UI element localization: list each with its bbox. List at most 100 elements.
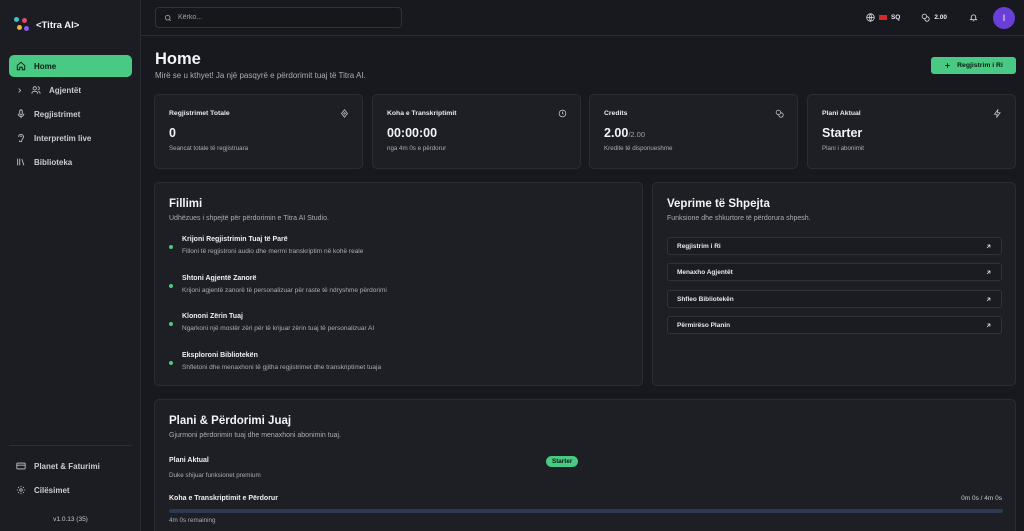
stat-desc: Seancat totale të regjistruara xyxy=(169,145,249,152)
section-subtitle: Udhëzues i shpejtë për përdorimin e Titr… xyxy=(169,215,329,222)
sidebar-item-library[interactable]: Biblioteka xyxy=(9,151,132,173)
language-selector[interactable]: SQ xyxy=(866,13,900,22)
sidebar-item-agents[interactable]: Agjentët xyxy=(9,79,132,101)
current-plan-label: Plani Aktual xyxy=(169,457,209,464)
language-code: SQ xyxy=(890,14,901,21)
step-desc: Ngarkoni një mostër zëri për të krijuar … xyxy=(182,325,375,332)
app-version: v1.0.13 (35) xyxy=(53,516,88,523)
plan-usage-card: Plani & Përdorimi Juaj Gjurmoni përdorim… xyxy=(154,399,1016,531)
step-title: Klononi Zërin Tuaj xyxy=(182,313,243,320)
sidebar-item-label: Planet & Faturimi xyxy=(34,461,100,471)
flag-icon xyxy=(878,15,887,20)
logo-icon xyxy=(14,17,30,33)
getting-started-card: Fillimi Udhëzues i shpejtë për përdorimi… xyxy=(154,182,643,386)
credits-indicator[interactable]: 2.00 xyxy=(921,13,947,22)
quick-action-label: Regjistrim i Ri xyxy=(677,242,721,250)
stat-card-credits: Credits 2.00/2.00 Kredite të disponueshm… xyxy=(589,94,798,169)
search-input[interactable] xyxy=(178,14,378,21)
avatar[interactable]: I xyxy=(993,6,1015,29)
topbar-actions: SQ 2.00 I xyxy=(866,6,1015,29)
search-box[interactable] xyxy=(155,7,402,28)
arrow-up-right-icon xyxy=(986,244,991,248)
section-subtitle: Gjurmoni përdorimin tuaj dhe menaxhoni a… xyxy=(169,432,341,439)
plus-icon xyxy=(945,63,950,68)
usage-progress-bar xyxy=(169,509,1003,513)
chevron-right-icon xyxy=(18,87,22,93)
stat-desc: nga 4m 0s e përdorur xyxy=(387,145,447,152)
time-used-label: Koha e Transkriptimit e Përdorur xyxy=(169,495,278,502)
sidebar-item-settings[interactable]: Cilësimet xyxy=(9,479,132,501)
sidebar-item-label: Interpretim live xyxy=(34,133,92,143)
search-icon xyxy=(164,14,171,21)
stat-desc: Plani i abonimit xyxy=(822,145,864,152)
quick-action-browse-library[interactable]: Shfleo Bibliotekën xyxy=(667,290,1002,308)
billing-icon xyxy=(16,462,26,470)
stat-card-transcription-time: Koha e Transkriptimit 00:00:00 nga 4m 0s… xyxy=(372,94,581,169)
sidebar-item-recordings[interactable]: Regjistrimet xyxy=(9,103,132,125)
globe-icon xyxy=(866,13,875,22)
sidebar: <Titra AI> Home Agjentët Regjistrimet In… xyxy=(0,0,141,531)
target-icon xyxy=(341,109,348,118)
quick-actions-card: Veprime të Shpejta Funksione dhe shkurto… xyxy=(652,182,1016,386)
sidebar-item-label: Agjentët xyxy=(49,85,81,95)
app-logo[interactable]: <Titra AI> xyxy=(14,17,79,33)
quick-action-new-recording[interactable]: Regjistrim i Ri xyxy=(667,237,1002,255)
step-dot xyxy=(169,284,173,288)
sidebar-item-live-interpretation[interactable]: Interpretim live xyxy=(9,127,132,149)
section-title: Fillimi xyxy=(169,198,203,210)
app-name: <Titra AI> xyxy=(36,19,80,31)
page-title: Home xyxy=(155,50,201,68)
sidebar-item-label: Home xyxy=(34,61,57,71)
arrow-up-right-icon xyxy=(986,270,991,274)
main-content: Home Mirë se u kthyet! Ja një pasqyrë e … xyxy=(141,37,1024,531)
mic-icon xyxy=(17,109,25,119)
time-used-value: 0m 0s / 4m 0s xyxy=(961,495,1002,502)
time-remaining: 4m 0s remaining xyxy=(169,517,216,524)
stat-card-plan: Plani Aktual Starter Plani i abonimit xyxy=(807,94,1016,169)
sidebar-nav: Home Agjentët Regjistrimet Interpretim l… xyxy=(9,55,132,175)
sidebar-bottom: Planet & Faturimi Cilësimet xyxy=(9,455,132,503)
quick-action-label: Përmirëso Planin xyxy=(677,321,731,329)
section-title: Plani & Përdorimi Juaj xyxy=(169,415,292,427)
bell-icon[interactable] xyxy=(969,13,978,22)
stat-value: 2.00/2.00 xyxy=(604,126,645,140)
arrow-up-right-icon xyxy=(986,297,991,301)
stat-label: Koha e Transkriptimit xyxy=(387,110,457,117)
sidebar-item-label: Regjistrimet xyxy=(34,109,81,119)
stat-label: Regjistrimet Totale xyxy=(169,110,230,117)
step-title: Eksploroni Bibliotekën xyxy=(182,352,258,359)
stat-value: 0 xyxy=(169,126,176,140)
credits-value: 2.00 xyxy=(934,14,947,21)
coins-icon xyxy=(922,13,930,22)
home-icon xyxy=(16,61,26,71)
library-icon xyxy=(17,158,25,166)
sidebar-item-label: Cilësimet xyxy=(34,485,70,495)
new-recording-button[interactable]: Regjistrim i Ri xyxy=(931,57,1016,74)
page-subtitle: Mirë se u kthyet! Ja një pasqyrë e përdo… xyxy=(155,71,366,80)
topbar: SQ 2.00 I xyxy=(141,0,1024,36)
credits-total: /2.00 xyxy=(628,130,646,139)
credits-amount: 2.00 xyxy=(604,126,629,140)
quick-action-manage-agents[interactable]: Menaxho Agjentët xyxy=(667,263,1002,281)
step-title: Shtoni Agjentë Zanorë xyxy=(182,275,257,282)
sidebar-divider xyxy=(9,445,132,446)
step-title: Krijoni Regjistrimin Tuaj të Parë xyxy=(182,236,288,243)
quick-action-upgrade-plan[interactable]: Përmirëso Planin xyxy=(667,316,1002,334)
sidebar-item-home[interactable]: Home xyxy=(9,55,132,77)
sidebar-item-billing[interactable]: Planet & Faturimi xyxy=(9,455,132,477)
arrow-up-right-icon xyxy=(986,323,991,327)
current-plan-desc: Duke shijuar funksionet premium xyxy=(169,472,261,479)
stat-value: 00:00:00 xyxy=(387,126,438,140)
stat-card-recordings: Regjistrimet Totale 0 Seancat totale të … xyxy=(154,94,363,169)
step-desc: Krijoni agjentë zanorë të personalizuar … xyxy=(182,287,387,294)
step-desc: Shfletoni dhe menaxhoni të gjitha regjis… xyxy=(182,364,382,371)
users-icon xyxy=(31,86,41,94)
step-desc: Filloni të regjistroni audio dhe merrni … xyxy=(182,248,364,255)
quick-action-label: Menaxho Agjentët xyxy=(677,268,733,276)
bolt-icon xyxy=(993,109,1001,118)
plan-badge: Starter xyxy=(546,456,579,467)
gear-icon xyxy=(16,485,26,495)
clock-icon xyxy=(558,109,567,118)
step-dot xyxy=(169,245,173,249)
sidebar-item-label: Biblioteka xyxy=(34,157,73,167)
